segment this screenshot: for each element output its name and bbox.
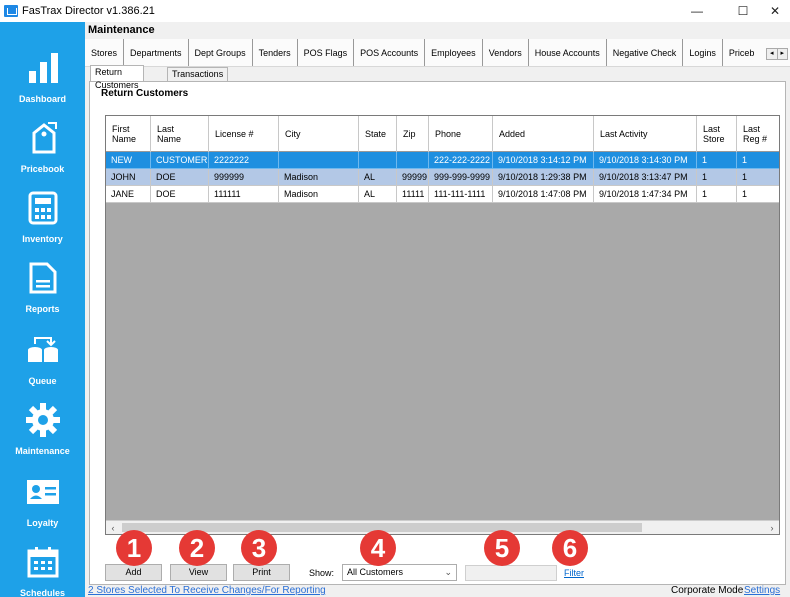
tab-scroll-arrows[interactable]: ◂ ▸ <box>766 48 788 60</box>
filter-input[interactable] <box>465 565 557 581</box>
app-logo-icon <box>4 5 18 17</box>
window-title: FasTrax Director v1.386.21 <box>22 5 155 17</box>
maintenance-tab-strip: Stores Departments Dept Groups Tenders POS F… <box>85 39 790 67</box>
tab-pos-flags[interactable]: POS Flags <box>298 39 355 66</box>
settings-link[interactable]: Settings <box>744 585 780 597</box>
tab-return-customers[interactable]: Return Customers <box>90 65 144 90</box>
gear-icon <box>0 400 85 440</box>
sidebar-item-label: Queue <box>28 376 57 386</box>
column-header[interactable]: City <box>279 116 359 152</box>
print-button[interactable]: Print <box>233 564 290 581</box>
grid-header: First Name Last Name License # City State … <box>106 116 779 152</box>
sidebar-item-label: Maintenance <box>15 446 70 456</box>
tab-departments[interactable]: Departments <box>124 39 189 66</box>
table-row[interactable]: JOHN DOE 999999 Madison AL 99999 999-999… <box>106 169 779 186</box>
main-content: Maintenance Stores Departments Dept Groups… <box>85 22 790 585</box>
sidebar-item-dashboard[interactable]: Dashboard <box>0 42 85 112</box>
sidebar-item-inventory[interactable]: Inventory <box>0 182 85 252</box>
sidebar-item-label: Reports <box>25 304 60 314</box>
customers-grid[interactable]: First Name Last Name License # City State … <box>105 115 780 535</box>
title-bar: FasTrax Director v1.386.21 — ☐ ✕ <box>0 0 790 22</box>
column-header[interactable]: Added <box>493 116 594 152</box>
sidebar-item-pricebook[interactable]: Pricebook <box>0 112 85 182</box>
column-header[interactable]: Last Name <box>151 116 209 152</box>
chevron-down-icon: ⌄ <box>444 567 452 577</box>
sidebar-item-label: Pricebook <box>20 164 65 174</box>
tab-employees[interactable]: Employees <box>425 39 483 66</box>
tab-dept-groups[interactable]: Dept Groups <box>189 39 253 66</box>
tab-tenders[interactable]: Tenders <box>253 39 298 66</box>
sidebar-item-label: Schedules <box>19 588 66 597</box>
column-header[interactable]: Phone <box>429 116 493 152</box>
column-header[interactable]: Last Reg # <box>737 116 779 152</box>
sidebar-item-label: Dashboard <box>18 94 66 104</box>
horizontal-scrollbar[interactable]: ‹ › <box>106 520 779 534</box>
tab-vendors[interactable]: Vendors <box>483 39 529 66</box>
show-label: Show: <box>309 568 335 578</box>
report-document-icon <box>0 258 85 298</box>
scroll-left-icon[interactable]: ‹ <box>106 521 120 534</box>
sidebar-item-label: Loyalty <box>26 518 59 528</box>
column-header[interactable]: First Name <box>106 116 151 152</box>
page-title: Maintenance <box>88 24 155 36</box>
callout-badge-2: 2 <box>179 530 215 566</box>
tab-pos-accounts[interactable]: POS Accounts <box>354 39 426 66</box>
column-header[interactable]: Last Activity <box>594 116 697 152</box>
callout-badge-1: 1 <box>116 530 152 566</box>
tab-stores[interactable]: Stores <box>85 39 125 66</box>
bar-chart-icon <box>0 48 85 88</box>
callout-badge-6: 6 <box>552 530 588 566</box>
view-button[interactable]: View <box>170 564 227 581</box>
column-header[interactable]: License # <box>209 116 279 152</box>
sidebar-item-reports[interactable]: Reports <box>0 252 85 322</box>
price-tag-icon <box>0 118 85 158</box>
table-row[interactable]: JANE DOE 111111 Madison AL 11111 111-111… <box>106 186 779 203</box>
scroll-right-icon[interactable]: › <box>765 521 779 534</box>
show-filter-value: All Customers <box>347 567 404 577</box>
status-bar: 2 Stores Selected To Receive Changes/For… <box>85 585 790 597</box>
tab-pricebook[interactable]: Priceb <box>723 39 761 66</box>
tab-transactions[interactable]: Transactions <box>167 67 229 81</box>
column-header[interactable]: Last Store <box>697 116 737 152</box>
show-filter-select[interactable]: All Customers ⌄ <box>342 564 457 581</box>
sidebar-item-queue[interactable]: Queue <box>0 324 85 394</box>
add-button[interactable]: Add <box>105 564 162 581</box>
callout-badge-3: 3 <box>241 530 277 566</box>
sidebar-item-maintenance[interactable]: Maintenance <box>0 394 85 464</box>
callout-badge-4: 4 <box>360 530 396 566</box>
close-button[interactable]: ✕ <box>752 0 790 22</box>
tab-scroll-right-icon[interactable]: ▸ <box>778 49 788 59</box>
sidebar-item-label: Inventory <box>22 234 63 244</box>
sidebar-item-loyalty[interactable]: Loyalty <box>0 466 85 536</box>
calculator-icon <box>0 188 85 228</box>
sidebar: Dashboard Pricebook Inventory Reports Qu… <box>0 22 85 597</box>
tab-house-accounts[interactable]: House Accounts <box>529 39 607 66</box>
id-card-icon <box>0 472 85 512</box>
stores-selected-link[interactable]: 2 Stores Selected To Receive Changes/For… <box>88 585 326 597</box>
sidebar-item-schedules[interactable]: Schedules <box>0 536 85 597</box>
callout-badge-5: 5 <box>484 530 520 566</box>
return-customers-panel: Return Customers First Name Last Name Lice… <box>89 81 786 585</box>
minimize-button[interactable]: — <box>674 0 720 22</box>
column-header[interactable]: State <box>359 116 397 152</box>
database-sync-icon <box>0 330 85 370</box>
tab-scroll-left-icon[interactable]: ◂ <box>767 49 778 59</box>
tab-logins[interactable]: Logins <box>683 39 723 66</box>
column-header[interactable]: Zip <box>397 116 429 152</box>
filter-link[interactable]: Filter <box>564 568 584 578</box>
corporate-mode-label: Corporate Mode <box>671 585 744 596</box>
tab-negative-check[interactable]: Negative Check <box>607 39 684 66</box>
table-row[interactable]: NEW CUSTOMER 2222222 222-222-2222 9/10/2… <box>106 152 779 169</box>
calendar-icon <box>0 542 85 582</box>
